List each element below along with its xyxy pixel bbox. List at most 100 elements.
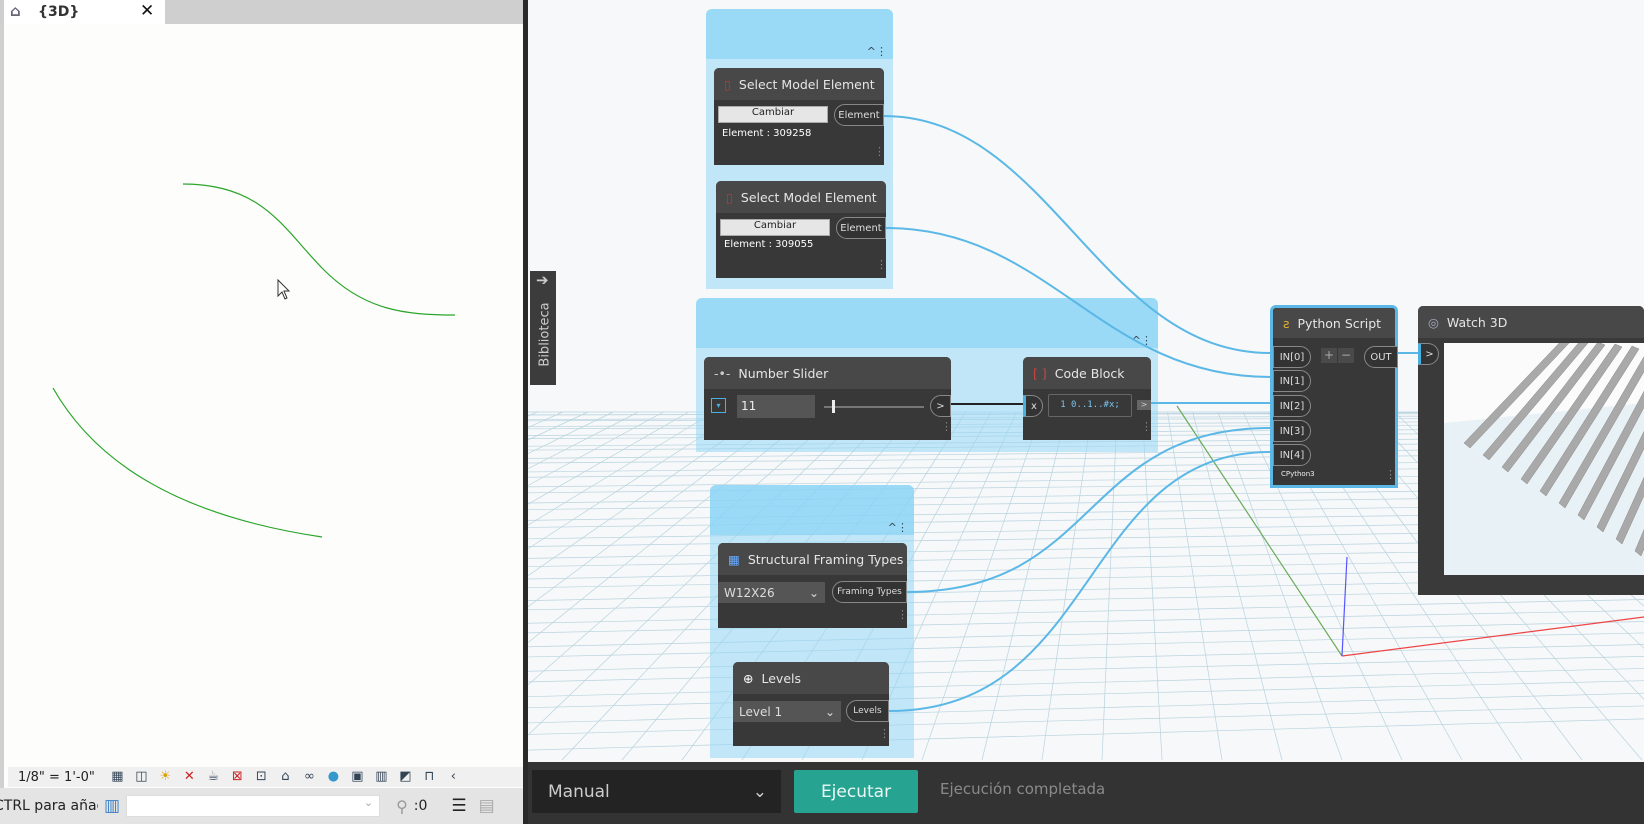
- input-port-x[interactable]: x: [1023, 395, 1043, 417]
- axis-x-red: [1341, 616, 1644, 657]
- node-levels[interactable]: ⊕ Levels Level 1 ⌄ Levels ⋮: [733, 662, 890, 746]
- change-button[interactable]: Cambiar: [718, 106, 828, 123]
- temporary-hide-icon[interactable]: ∞: [300, 769, 319, 785]
- axis-z-blue: [1341, 556, 1348, 657]
- select-element-icon: ▯: [724, 76, 731, 92]
- slider-icon: -•-: [714, 365, 731, 381]
- dropdown-value: Level 1: [739, 704, 783, 719]
- expand-slider-icon[interactable]: ▾: [711, 398, 726, 413]
- node-menu-icon[interactable]: ⋮: [1141, 421, 1152, 432]
- input-port-in1[interactable]: IN[1]: [1273, 370, 1311, 392]
- node-menu-icon[interactable]: ⋮: [897, 609, 908, 620]
- render-icon[interactable]: ☕: [204, 769, 223, 785]
- filter-count: :0: [413, 798, 428, 814]
- run-mode-value: Manual: [548, 781, 610, 802]
- model-canvas[interactable]: [4, 0, 523, 760]
- input-port-in3[interactable]: IN[3]: [1273, 420, 1311, 442]
- node-menu-icon[interactable]: ⋮: [879, 728, 890, 739]
- workset-icon[interactable]: ▥: [104, 796, 120, 816]
- input-port-in0[interactable]: IN[0]: [1273, 346, 1311, 368]
- selected-element-value: Element : 309055: [724, 239, 814, 250]
- output-port-element[interactable]: Element: [836, 217, 886, 239]
- node-title: Code Block: [1054, 365, 1125, 381]
- output-port-element[interactable]: Element: [834, 104, 884, 126]
- node-menu-icon[interactable]: ⋮: [874, 146, 885, 157]
- change-button[interactable]: Cambiar: [720, 219, 830, 236]
- shadows-icon[interactable]: ✕: [180, 769, 199, 785]
- collapse-icon[interactable]: ‹: [444, 769, 463, 785]
- filter-icon[interactable]: ⚲: [396, 797, 408, 816]
- visual-style-icon[interactable]: ◫: [132, 769, 151, 785]
- crop-view-icon[interactable]: ⊠: [228, 769, 247, 785]
- tab-3d-view[interactable]: ⌂ {3D} ✕: [4, 0, 165, 24]
- tab-title: {3D}: [38, 4, 80, 20]
- input-port-in2[interactable]: IN[2]: [1273, 395, 1311, 417]
- lock-view-icon[interactable]: ⌂: [276, 769, 295, 785]
- input-port[interactable]: >: [1418, 343, 1439, 365]
- framing-types-icon: ▦: [728, 551, 740, 567]
- reveal-hidden-icon[interactable]: ●: [324, 769, 343, 785]
- selected-element-value: Element : 309258: [722, 128, 812, 139]
- exit-icon[interactable]: ▤: [479, 796, 495, 816]
- node-menu-icon[interactable]: ⋮: [941, 421, 952, 432]
- python-icon: ƨ: [1283, 315, 1290, 331]
- node-structural-framing-types[interactable]: ▦ Structural Framing Types W12X26 ⌄ Framin…: [718, 543, 908, 628]
- constraints-icon[interactable]: ⊓: [420, 769, 439, 785]
- node-select-model-element-1[interactable]: ▯ Select Model Element Cambiar Element El…: [714, 68, 885, 165]
- code-block-icon: [ ]: [1033, 365, 1047, 381]
- node-title: Watch 3D: [1446, 314, 1508, 330]
- select-element-icon: ▯: [726, 189, 733, 205]
- code-editor[interactable]: 1 0..1..#x;: [1048, 394, 1132, 417]
- output-port-framing-types[interactable]: Framing Types: [832, 581, 907, 603]
- output-port-levels[interactable]: Levels: [846, 700, 889, 722]
- input-port-in4[interactable]: IN[4]: [1273, 444, 1311, 466]
- watch-3d-viewport[interactable]: [1444, 343, 1644, 575]
- output-port[interactable]: >: [1137, 400, 1151, 410]
- node-title: Python Script: [1297, 315, 1382, 331]
- house-3d-icon: ⌂: [10, 2, 21, 20]
- watch-3d-icon: ◎: [1428, 314, 1439, 330]
- arrow-right-icon: ➔: [536, 271, 549, 289]
- highlight-displacement-icon[interactable]: ▥: [372, 769, 391, 785]
- levels-icon: ⊕: [743, 670, 754, 686]
- analytical-model-icon[interactable]: ◩: [396, 769, 415, 785]
- output-port-out[interactable]: OUT: [1364, 346, 1398, 368]
- chevron-down-icon: ⌄: [752, 781, 767, 802]
- python-engine-label[interactable]: CPython3: [1281, 470, 1315, 478]
- model-curve: [52, 387, 323, 538]
- framing-type-dropdown[interactable]: W12X26 ⌄: [718, 582, 825, 603]
- node-title: Select Model Element: [738, 76, 875, 92]
- library-label: Biblioteca: [537, 302, 553, 367]
- node-watch-3d[interactable]: ◎ Watch 3D >: [1418, 306, 1644, 595]
- slider-thumb[interactable]: [832, 400, 835, 413]
- dropdown-value: W12X26: [724, 585, 775, 600]
- node-number-slider[interactable]: -•- Number Slider ▾ 11 > ⋮: [704, 357, 952, 440]
- collapse-group-icon[interactable]: ^⋮: [867, 45, 887, 58]
- library-toggle[interactable]: ➔ Biblioteca: [530, 271, 556, 385]
- slider-track[interactable]: [824, 406, 924, 408]
- node-menu-icon[interactable]: ⋮: [876, 259, 887, 270]
- run-button[interactable]: Ejecutar: [794, 770, 918, 813]
- properties-icon[interactable]: ☰: [451, 796, 466, 816]
- show-crop-icon[interactable]: ⊡: [252, 769, 271, 785]
- workset-dropdown[interactable]: ⌄: [126, 795, 381, 817]
- close-tab-icon[interactable]: ✕: [140, 1, 154, 21]
- level-dropdown[interactable]: Level 1 ⌄: [733, 701, 841, 722]
- add-input-button[interactable]: +: [1321, 348, 1337, 363]
- run-mode-dropdown[interactable]: Manual ⌄: [532, 770, 781, 813]
- remove-input-button[interactable]: −: [1338, 348, 1354, 363]
- node-python-script[interactable]: ƨ Python Script IN[0] IN[1] IN[2] IN[3] I…: [1270, 305, 1398, 488]
- node-code-block[interactable]: [ ] Code Block x 1 0..1..#x; > ⋮: [1023, 357, 1152, 440]
- temporary-view-properties-icon[interactable]: ▣: [348, 769, 367, 785]
- node-select-model-element-2[interactable]: ▯ Select Model Element Cambiar Element El…: [716, 181, 887, 278]
- detail-level-icon[interactable]: ▦: [108, 769, 127, 785]
- sun-path-icon[interactable]: ☀: [156, 769, 175, 785]
- output-port[interactable]: >: [930, 395, 951, 417]
- collapse-group-icon[interactable]: ^⋮: [888, 521, 908, 534]
- view-scale[interactable]: 1/8" = 1'-0": [18, 770, 95, 785]
- slider-value-input[interactable]: 11: [737, 395, 815, 418]
- collapse-group-icon[interactable]: ^⋮: [1132, 334, 1152, 347]
- revit-3d-view[interactable]: [0, 0, 523, 824]
- node-menu-icon[interactable]: ⋮: [1385, 469, 1396, 480]
- node-title: Levels: [761, 670, 801, 686]
